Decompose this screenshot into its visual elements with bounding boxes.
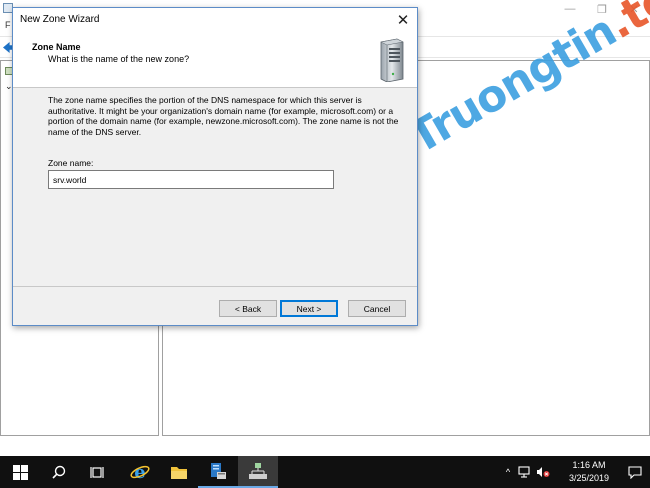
chevron-up-icon: ^: [505, 467, 511, 477]
internet-explorer-icon: e: [130, 462, 150, 482]
file-explorer-icon: [171, 466, 187, 479]
internet-explorer-button[interactable]: e: [120, 456, 160, 488]
task-view-icon: [90, 467, 104, 478]
menu-file[interactable]: F: [0, 20, 12, 34]
new-zone-wizard-dialog: New Zone Wizard ✕ Zone Name What is the …: [12, 7, 418, 326]
volume-muted-icon: [537, 467, 550, 477]
network-icon: [518, 466, 530, 478]
dns-manager-icon: [249, 463, 267, 479]
search-icon: [52, 465, 66, 479]
zone-name-input[interactable]: [48, 170, 334, 189]
close-icon: ✕: [396, 12, 410, 29]
taskbar: e ^ 1:16 AM 3/25/2019: [0, 456, 650, 488]
footer-divider: [13, 286, 417, 287]
search-button[interactable]: [40, 456, 78, 488]
file-explorer-button[interactable]: [160, 456, 198, 488]
header-title: Zone Name: [32, 42, 81, 52]
dialog-title-bar: New Zone Wizard ✕: [13, 8, 417, 32]
wizard-body: The zone name specifies the portion of t…: [13, 89, 417, 287]
windows-logo-icon: [12, 464, 28, 480]
network-button[interactable]: [516, 456, 534, 488]
dns-manager-taskbar-button[interactable]: [238, 456, 278, 488]
dialog-title: New Zone Wizard: [20, 14, 100, 25]
task-view-button[interactable]: [78, 456, 116, 488]
wizard-header: Zone Name What is the name of the new zo…: [13, 32, 417, 88]
start-button[interactable]: [0, 456, 40, 488]
notification-icon: [628, 465, 642, 479]
dialog-close-button[interactable]: ✕: [389, 8, 417, 32]
clock[interactable]: 1:16 AM 3/25/2019: [558, 459, 620, 485]
back-button[interactable]: < Back: [219, 300, 277, 317]
svg-text:e: e: [134, 462, 145, 482]
server-icon: [380, 38, 404, 82]
next-button[interactable]: Next >: [280, 300, 338, 317]
clock-date: 3/25/2019: [568, 473, 610, 483]
header-subtitle: What is the name of the new zone?: [48, 54, 190, 64]
volume-button[interactable]: [534, 456, 552, 488]
server-manager-icon: [211, 463, 226, 479]
zone-name-label: Zone name:: [48, 158, 94, 168]
action-center-button[interactable]: [620, 456, 650, 488]
server-manager-button[interactable]: [198, 456, 238, 488]
zone-name-description: The zone name specifies the portion of t…: [48, 95, 399, 137]
clock-time: 1:16 AM: [572, 460, 606, 470]
show-hidden-icons-button[interactable]: ^: [500, 456, 516, 488]
cancel-button[interactable]: Cancel: [348, 300, 406, 317]
